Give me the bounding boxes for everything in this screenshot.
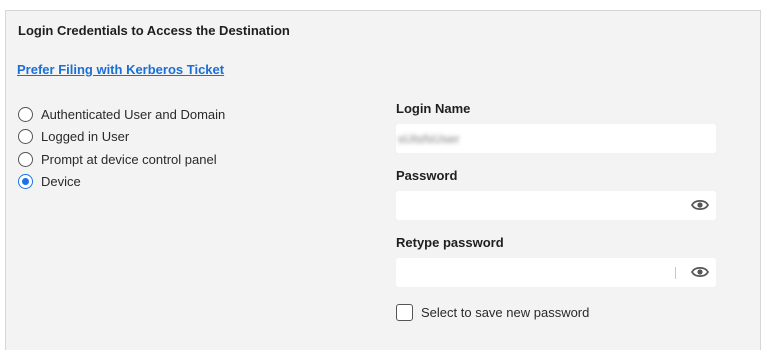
radio-button[interactable]: [18, 151, 33, 167]
text-cursor: [675, 267, 676, 279]
save-password-option[interactable]: Select to save new password: [396, 304, 589, 321]
login-name-field[interactable]: sUtsfsUser: [396, 124, 716, 153]
password-field[interactable]: [396, 191, 716, 220]
radio-prompt-at-panel[interactable]: Prompt at device control panel: [18, 148, 225, 171]
radio-device[interactable]: Device: [18, 171, 225, 194]
eye-icon[interactable]: [691, 198, 709, 212]
login-name-value: sUtsfsUser: [398, 132, 460, 146]
login-name-label: Login Name: [396, 101, 471, 116]
radio-authenticated-user[interactable]: Authenticated User and Domain: [18, 103, 225, 126]
radio-logged-in-user[interactable]: Logged in User: [18, 126, 225, 149]
save-password-checkbox[interactable]: [396, 304, 413, 321]
radio-button-selected[interactable]: [18, 174, 33, 190]
radio-button[interactable]: [18, 106, 33, 122]
radio-label: Device: [41, 174, 81, 190]
retype-password-field[interactable]: [396, 258, 716, 287]
section-title: Login Credentials to Access the Destinat…: [18, 23, 290, 38]
save-password-label: Select to save new password: [421, 305, 590, 320]
kerberos-link[interactable]: Prefer Filing with Kerberos Ticket: [17, 62, 224, 77]
eye-icon[interactable]: [691, 265, 709, 279]
radio-label: Logged in User: [41, 129, 130, 145]
password-label: Password: [396, 168, 458, 183]
auth-method-radio-group: Authenticated User and Domain Logged in …: [18, 103, 225, 193]
radio-label: Authenticated User and Domain: [41, 106, 226, 122]
retype-password-label: Retype password: [396, 235, 504, 250]
radio-label: Prompt at device control panel: [41, 151, 217, 167]
radio-button[interactable]: [18, 129, 33, 145]
